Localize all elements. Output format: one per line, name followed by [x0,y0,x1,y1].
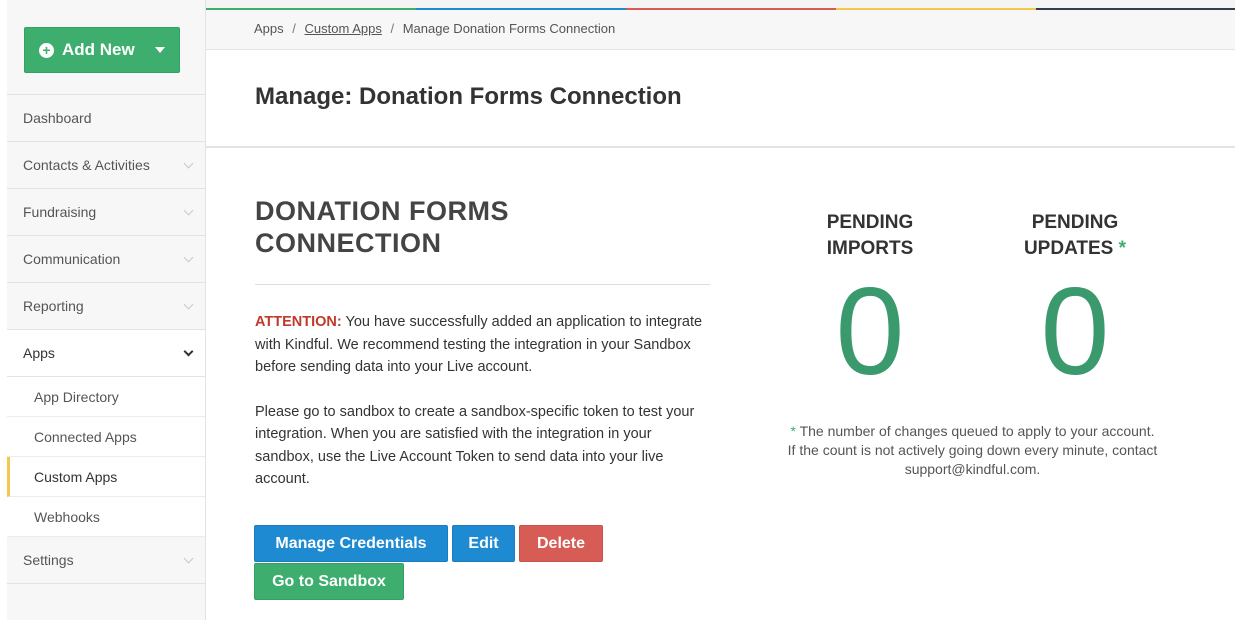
sidebar-item-label: Reporting [23,298,84,314]
sidebar-subitem-connected-apps[interactable]: Connected Apps [7,417,205,457]
sidebar-item-contacts-activities[interactable]: Contacts & Activities [7,142,205,189]
pending-imports-label-line1: PENDING [826,212,914,233]
sidebar: + Add New Dashboard Contacts & Activitie… [7,0,206,620]
add-new-button[interactable]: + Add New [24,27,180,73]
pending-imports-stat: PENDING IMPORTS 0 [800,210,940,394]
sidebar-item-label: Fundraising [23,204,97,220]
note-line2: If the count is not actively going down … [787,442,1158,458]
sidebar-item-fundraising[interactable]: Fundraising [7,189,205,236]
sidebar-subitem-label: Custom Apps [34,468,118,485]
page-title: Manage: Donation Forms Connection [255,83,682,110]
connection-details: DONATION FORMS CONNECTION ATTENTION: You… [255,195,710,491]
breadcrumb-current: Manage Donation Forms Connection [402,21,616,36]
asterisk-icon: * [1118,238,1127,259]
chevron-down-icon [183,205,194,215]
sandbox-paragraph: Please go to sandbox to create a sandbox… [255,403,695,488]
sidebar-item-label: Contacts & Activities [23,157,150,173]
chevron-down-icon [183,553,194,563]
pending-imports-label-line2: IMPORTS [826,238,914,259]
pending-updates-label-line2: UPDATES * [1000,236,1150,262]
sidebar-subitem-app-directory[interactable]: App Directory [7,377,205,417]
pending-updates-value: 0 [1040,263,1110,401]
note-line1-text: The number of changes queued to apply to… [795,423,1155,439]
edit-button[interactable]: Edit [452,525,515,562]
sidebar-item-label: Dashboard [23,110,92,126]
section-title-line1: DONATION FORMS [255,196,509,226]
sidebar-item-label: Communication [23,251,121,267]
sidebar-item-communication[interactable]: Communication [7,236,205,283]
attention-label: ATTENTION: [255,314,342,330]
breadcrumb-apps[interactable]: Apps [254,21,284,36]
manage-credentials-button[interactable]: Manage Credentials [254,525,448,562]
pending-imports-label: PENDING IMPORTS [800,210,940,262]
pending-updates-label: PENDING UPDATES * [1000,210,1150,262]
chevron-down-icon [183,252,194,262]
breadcrumb-separator: / [390,21,395,36]
support-email: support@kindful.com. [904,461,1041,477]
sidebar-subitem-custom-apps[interactable]: Custom Apps [7,457,205,497]
sidebar-subitem-label: App Directory [34,388,119,405]
breadcrumb-custom-apps[interactable]: Custom Apps [305,21,382,36]
page-header: Manage: Donation Forms Connection [206,50,1235,148]
sidebar-item-reporting[interactable]: Reporting [7,283,205,330]
sidebar-subitem-label: Webhooks [34,508,100,525]
chevron-down-icon [183,299,194,309]
section-title: DONATION FORMS CONNECTION [255,195,710,285]
sidebar-item-apps[interactable]: Apps [7,330,205,377]
breadcrumb-separator: / [292,21,296,36]
chevron-down-icon [183,158,194,168]
add-new-label: Add New [62,40,135,59]
sidebar-item-label: Settings [23,552,74,568]
pending-imports-value: 0 [835,263,905,401]
sidebar-item-label: Apps [23,345,55,361]
delete-button[interactable]: Delete [519,525,603,562]
go-to-sandbox-button[interactable]: Go to Sandbox [254,563,404,600]
pending-updates-stat: PENDING UPDATES * 0 [1000,210,1150,394]
breadcrumb: Apps / Custom Apps / Manage Donation For… [206,10,1235,50]
add-new-area: + Add New [7,0,205,95]
sidebar-item-settings[interactable]: Settings [7,537,205,584]
sidebar-subitem-label: Connected Apps [34,428,137,445]
chevron-down-icon [183,346,194,356]
note-line1: * The number of changes queued to apply … [740,422,1205,441]
plus-circle-icon: + [39,42,54,58]
sidebar-item-dashboard[interactable]: Dashboard [7,95,205,142]
pending-updates-note: * The number of changes queued to apply … [740,422,1205,479]
pending-updates-label-text: UPDATES [1023,238,1114,259]
top-color-bar [206,0,1235,10]
caret-down-icon [154,47,165,53]
section-title-line2: CONNECTION [255,228,442,258]
sidebar-subitem-webhooks[interactable]: Webhooks [7,497,205,537]
attention-paragraph: ATTENTION: You have successfully added a… [255,311,710,379]
pending-updates-label-line1: PENDING [1031,212,1119,233]
